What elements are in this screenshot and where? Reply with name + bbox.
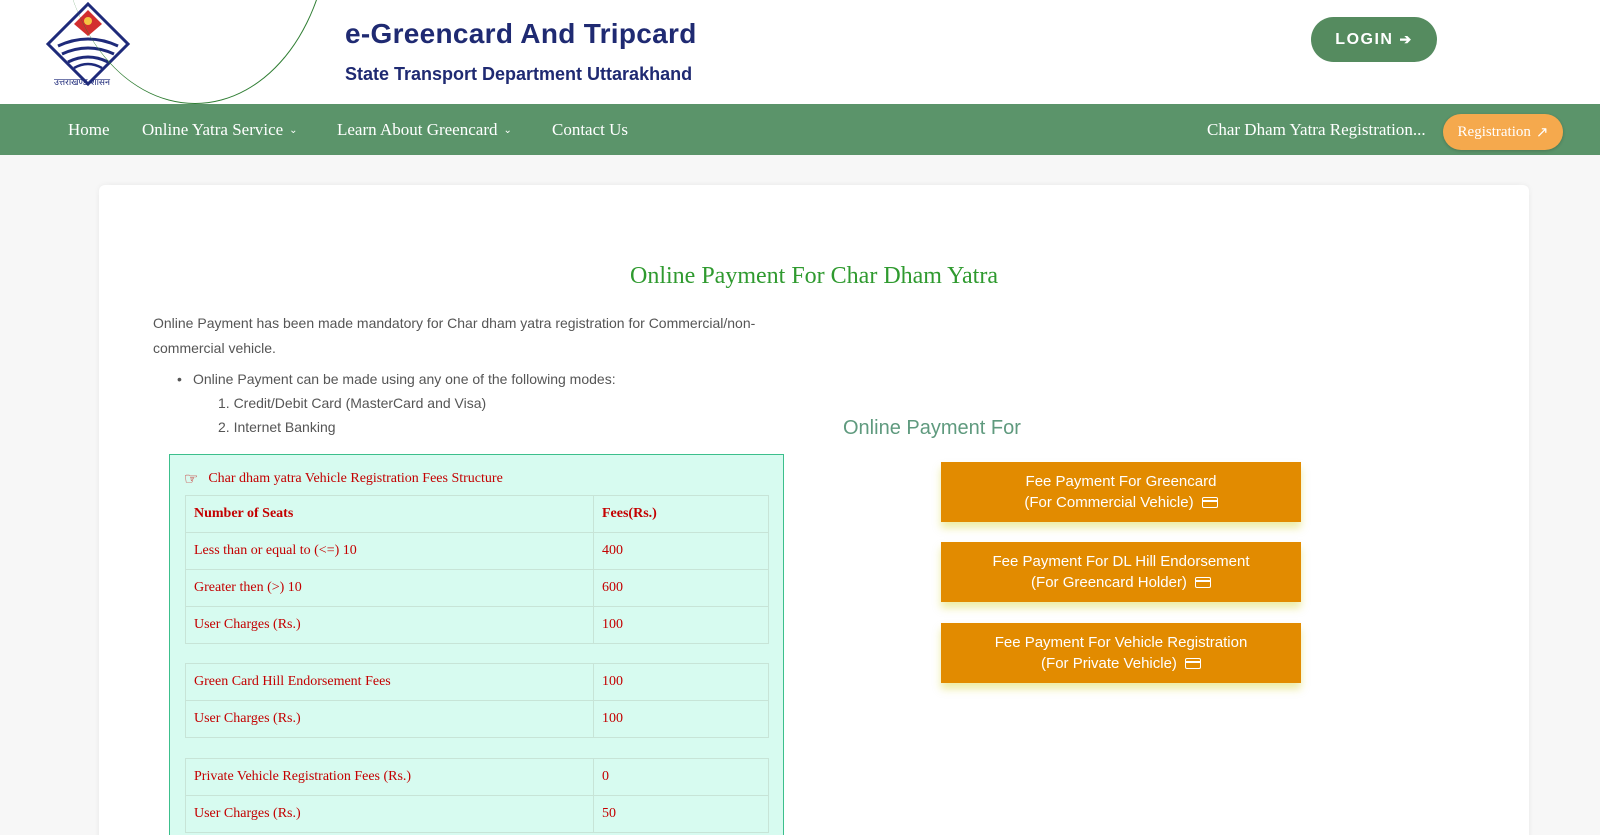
hand-pointer-icon: ☞: [184, 471, 199, 488]
column-header-seats: Number of Seats: [185, 495, 594, 533]
online-payment-for-heading: Online Payment For: [843, 417, 1021, 439]
nav-item-label: Online Yatra Service: [142, 120, 284, 139]
table-cell-value: 100: [593, 663, 769, 701]
sign-in-icon: ➔: [1399, 31, 1413, 47]
fees-table-private-vehicle: Private Vehicle Registration Fees (Rs.) 0…: [185, 758, 769, 833]
login-button[interactable]: LOGIN ➔: [1311, 17, 1437, 62]
table-cell-label: Private Vehicle Registration Fees (Rs.): [185, 758, 594, 796]
payment-mode-item: 1. Credit/Debit Card (MasterCard and Vis…: [218, 395, 487, 411]
fees-table-hill-endorsement: Green Card Hill Endorsement Fees 100 User…: [185, 663, 769, 738]
nav-item-label: Home: [68, 120, 110, 139]
table-header-row: Number of Seats Fees(Rs.): [185, 495, 769, 533]
table-cell-label: User Charges (Rs.): [185, 606, 594, 644]
table-row: Green Card Hill Endorsement Fees 100: [185, 663, 769, 701]
table-cell-label: User Charges (Rs.): [185, 795, 594, 833]
registration-button[interactable]: Registration ↗: [1443, 114, 1563, 150]
site-subtitle: State Transport Department Uttarakhand: [345, 64, 693, 84]
table-cell-value: 100: [593, 700, 769, 738]
credit-card-icon: [1201, 497, 1218, 508]
nav-item-online-yatra-service[interactable]: Online Yatra Service ⌄: [142, 104, 298, 155]
button-line1: Fee Payment For DL Hill Endorsement: [992, 553, 1250, 570]
table-cell-label: Greater then (>) 10: [185, 569, 594, 607]
payment-modes-intro: Online Payment can be made using any one…: [153, 367, 616, 391]
site-header: उत्तराखण्ड शासन e-Greencard And Tripcard…: [0, 0, 1600, 104]
nav-item-label: Learn About Greencard: [337, 120, 498, 139]
table-cell-value: 600: [593, 569, 769, 607]
external-link-icon: ↗: [1535, 124, 1549, 141]
button-line2: (For Greencard Holder): [1031, 574, 1187, 591]
fees-table-seats: Number of Seats Fees(Rs.) Less than or e…: [185, 495, 769, 644]
nav-item-learn-about-greencard[interactable]: Learn About Greencard ⌄: [337, 104, 512, 155]
payment-mode-item: 2. Internet Banking: [218, 419, 336, 435]
table-row: Greater then (>) 10 600: [185, 569, 769, 607]
credit-card-icon: [1184, 658, 1201, 669]
table-row: User Charges (Rs.) 50: [185, 795, 769, 833]
table-cell-value: 400: [593, 532, 769, 570]
logo-caption: उत्तराखण्ड शासन: [54, 78, 111, 88]
button-line2: (For Private Vehicle): [1041, 655, 1177, 672]
table-cell-value: 0: [593, 758, 769, 796]
fees-structure-box: ☞ Char dham yatra Vehicle Registration F…: [169, 454, 784, 835]
vehicle-registration-payment-button[interactable]: Fee Payment For Vehicle Registration (Fo…: [941, 623, 1301, 683]
registration-button-label: Registration: [1457, 123, 1531, 140]
table-cell-label: Green Card Hill Endorsement Fees: [185, 663, 594, 701]
button-line1: Fee Payment For Vehicle Registration: [994, 634, 1248, 651]
fees-structure-heading: ☞ Char dham yatra Vehicle Registration F…: [184, 469, 503, 489]
chevron-down-icon: ⌄: [289, 125, 298, 136]
table-row: Less than or equal to (<=) 10 400: [185, 532, 769, 570]
chevron-down-icon: ⌄: [503, 125, 512, 136]
table-cell-label: User Charges (Rs.): [185, 700, 594, 738]
intro-text: Online Payment has been made mandatory f…: [153, 315, 756, 356]
table-row: User Charges (Rs.) 100: [185, 606, 769, 644]
page-title: Online Payment For Char Dham Yatra: [630, 263, 998, 289]
column-header-fees: Fees(Rs.): [593, 495, 769, 533]
table-row: User Charges (Rs.) 100: [185, 700, 769, 738]
main-content-card: Online Payment For Char Dham Yatra Onlin…: [99, 185, 1529, 835]
table-cell-label: Less than or equal to (<=) 10: [185, 532, 594, 570]
table-row: Private Vehicle Registration Fees (Rs.) 0: [185, 758, 769, 796]
button-line2: (For Commercial Vehicle): [1024, 494, 1194, 511]
greencard-fee-payment-button[interactable]: Fee Payment For Greencard (For Commercia…: [941, 462, 1301, 522]
main-navigation: Home Online Yatra Service ⌄ Learn About G…: [0, 104, 1600, 155]
site-title: e-Greencard And Tripcard: [345, 18, 697, 49]
nav-item-label: Contact Us: [552, 120, 629, 139]
char-dham-registration-link[interactable]: Char Dham Yatra Registration...: [1207, 104, 1426, 155]
payment-modes-list: Online Payment can be made using any one…: [153, 367, 616, 439]
login-button-label: LOGIN: [1335, 30, 1394, 48]
header-decorative-arc: [60, 0, 330, 104]
credit-card-icon: [1194, 577, 1211, 588]
button-line1: Fee Payment For Greencard: [1025, 473, 1217, 490]
nav-item-contact-us[interactable]: Contact Us: [552, 104, 628, 155]
nav-item-home[interactable]: Home: [68, 104, 110, 155]
table-cell-value: 100: [593, 606, 769, 644]
fees-heading-text: Char dham yatra Vehicle Registration Fee…: [208, 471, 503, 486]
dl-hill-endorsement-payment-button[interactable]: Fee Payment For DL Hill Endorsement (For…: [941, 542, 1301, 602]
table-cell-value: 50: [593, 795, 769, 833]
